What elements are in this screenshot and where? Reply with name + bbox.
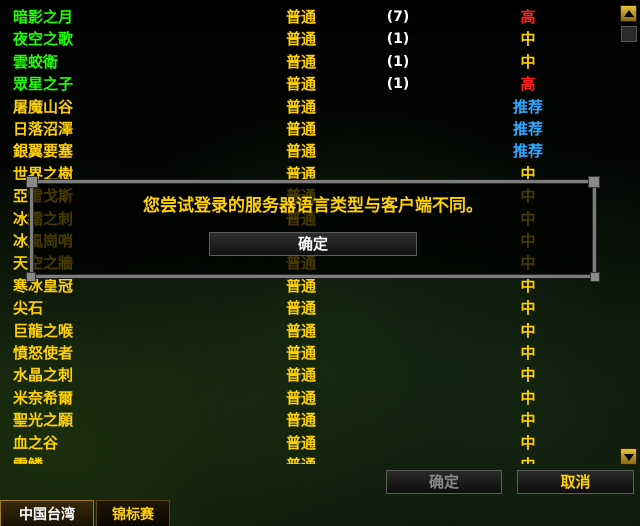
realm-population: 推荐 bbox=[512, 98, 543, 116]
realm-name: 銀翼要塞 bbox=[13, 142, 74, 160]
realm-population: 中 bbox=[520, 299, 536, 317]
realm-character-count: (1) bbox=[386, 54, 410, 70]
ok-button[interactable]: 确定 bbox=[386, 470, 502, 494]
dialog-message: 您尝试登录的服务器语言类型与客户端不同。 bbox=[143, 196, 483, 216]
cancel-button[interactable]: 取消 bbox=[517, 470, 634, 494]
realm-population: 高 bbox=[520, 75, 536, 93]
realm-character-count: (1) bbox=[386, 76, 410, 92]
realm-row[interactable]: 憤怒使者 普通 中 bbox=[0, 342, 614, 364]
realm-population: 中 bbox=[520, 30, 536, 48]
realm-row[interactable]: 聖光之願 普通 中 bbox=[0, 409, 614, 431]
tab-taiwan[interactable]: 中国台湾 bbox=[0, 500, 94, 526]
realm-population: 高 bbox=[520, 8, 536, 26]
realm-name: 米奈希爾 bbox=[13, 389, 74, 407]
realm-population: 中 bbox=[520, 434, 536, 452]
realm-type: 普通 bbox=[286, 75, 317, 93]
realm-name: 憤怒使者 bbox=[13, 344, 74, 362]
realm-name: 眾星之子 bbox=[13, 75, 74, 93]
realm-row[interactable]: 尖石 普通 中 bbox=[0, 297, 614, 319]
realm-row[interactable]: 日落沼澤 普通 推荐 bbox=[0, 118, 614, 140]
realm-name: 暗影之月 bbox=[13, 8, 74, 26]
realm-row[interactable]: 寒冰皇冠 普通 中 bbox=[0, 275, 614, 297]
realm-name: 雲蛟衛 bbox=[13, 53, 59, 71]
realm-row[interactable]: 暗影之月 普通 (7) 高 bbox=[0, 6, 614, 28]
realm-name: 巨龍之喉 bbox=[13, 322, 74, 340]
realm-row[interactable]: 雷鱗 普通 中 bbox=[0, 454, 614, 464]
realm-type: 普通 bbox=[286, 366, 317, 384]
realm-character-count: (7) bbox=[386, 9, 410, 25]
realm-type: 普通 bbox=[286, 142, 317, 160]
dialog-ok-button[interactable]: 确定 bbox=[209, 232, 417, 256]
realm-population: 中 bbox=[500, 454, 556, 464]
realm-name: 血之谷 bbox=[13, 434, 59, 452]
realm-name: 屠魔山谷 bbox=[13, 98, 74, 116]
realm-population: 中 bbox=[520, 53, 536, 71]
realm-type: 普通 bbox=[286, 454, 316, 464]
realm-type: 普通 bbox=[286, 98, 317, 116]
realm-population: 推荐 bbox=[512, 142, 543, 160]
realm-population: 中 bbox=[520, 389, 536, 407]
realm-name: 聖光之願 bbox=[13, 411, 74, 429]
realm-type: 普通 bbox=[286, 30, 317, 48]
realm-name: 水晶之刺 bbox=[13, 366, 74, 384]
realm-type: 普通 bbox=[286, 434, 317, 452]
dialog-corner-ornament bbox=[590, 272, 600, 282]
realm-row[interactable]: 夜空之歌 普通 (1) 中 bbox=[0, 28, 614, 50]
realm-type: 普通 bbox=[286, 389, 317, 407]
realm-type: 普通 bbox=[286, 53, 317, 71]
scrollbar-thumb[interactable] bbox=[621, 26, 637, 42]
scroll-up-arrow-icon[interactable] bbox=[620, 5, 637, 22]
language-mismatch-dialog: 您尝试登录的服务器语言类型与客户端不同。 确定 bbox=[26, 176, 600, 282]
realm-row[interactable]: 銀翼要塞 普通 推荐 bbox=[0, 140, 614, 162]
realm-row[interactable]: 米奈希爾 普通 中 bbox=[0, 387, 614, 409]
realm-population: 中 bbox=[520, 366, 536, 384]
dialog-corner-ornament bbox=[26, 272, 36, 282]
realm-name: 雷鱗 bbox=[13, 454, 43, 464]
realm-type: 普通 bbox=[286, 299, 317, 317]
realm-type: 普通 bbox=[286, 8, 317, 26]
realm-row[interactable]: 巨龍之喉 普通 中 bbox=[0, 320, 614, 342]
realm-name: 尖石 bbox=[13, 299, 44, 317]
realm-row[interactable]: 雲蛟衛 普通 (1) 中 bbox=[0, 51, 614, 73]
realm-name: 夜空之歌 bbox=[13, 30, 74, 48]
region-tabs: 中国台湾 锦标赛 bbox=[0, 500, 640, 526]
realm-population: 中 bbox=[520, 411, 536, 429]
realm-row[interactable]: 水晶之刺 普通 中 bbox=[0, 364, 614, 386]
realm-character-count: (1) bbox=[386, 31, 410, 47]
realm-type: 普通 bbox=[286, 120, 317, 138]
realm-population: 推荐 bbox=[512, 120, 543, 138]
tab-tournament[interactable]: 锦标赛 bbox=[96, 500, 170, 526]
realm-name: 日落沼澤 bbox=[13, 120, 74, 138]
realm-population: 中 bbox=[520, 322, 536, 340]
realm-type: 普通 bbox=[286, 411, 317, 429]
realm-type: 普通 bbox=[286, 277, 317, 295]
realm-name: 寒冰皇冠 bbox=[13, 277, 74, 295]
realm-row[interactable]: 屠魔山谷 普通 推荐 bbox=[0, 96, 614, 118]
realm-row[interactable]: 眾星之子 普通 (1) 高 bbox=[0, 73, 614, 95]
realm-type: 普通 bbox=[286, 322, 317, 340]
realm-population: 中 bbox=[520, 277, 536, 295]
realm-type: 普通 bbox=[286, 344, 317, 362]
scroll-down-arrow-icon[interactable] bbox=[620, 448, 637, 465]
realm-row[interactable]: 血之谷 普通 中 bbox=[0, 432, 614, 454]
realm-population: 中 bbox=[520, 344, 536, 362]
